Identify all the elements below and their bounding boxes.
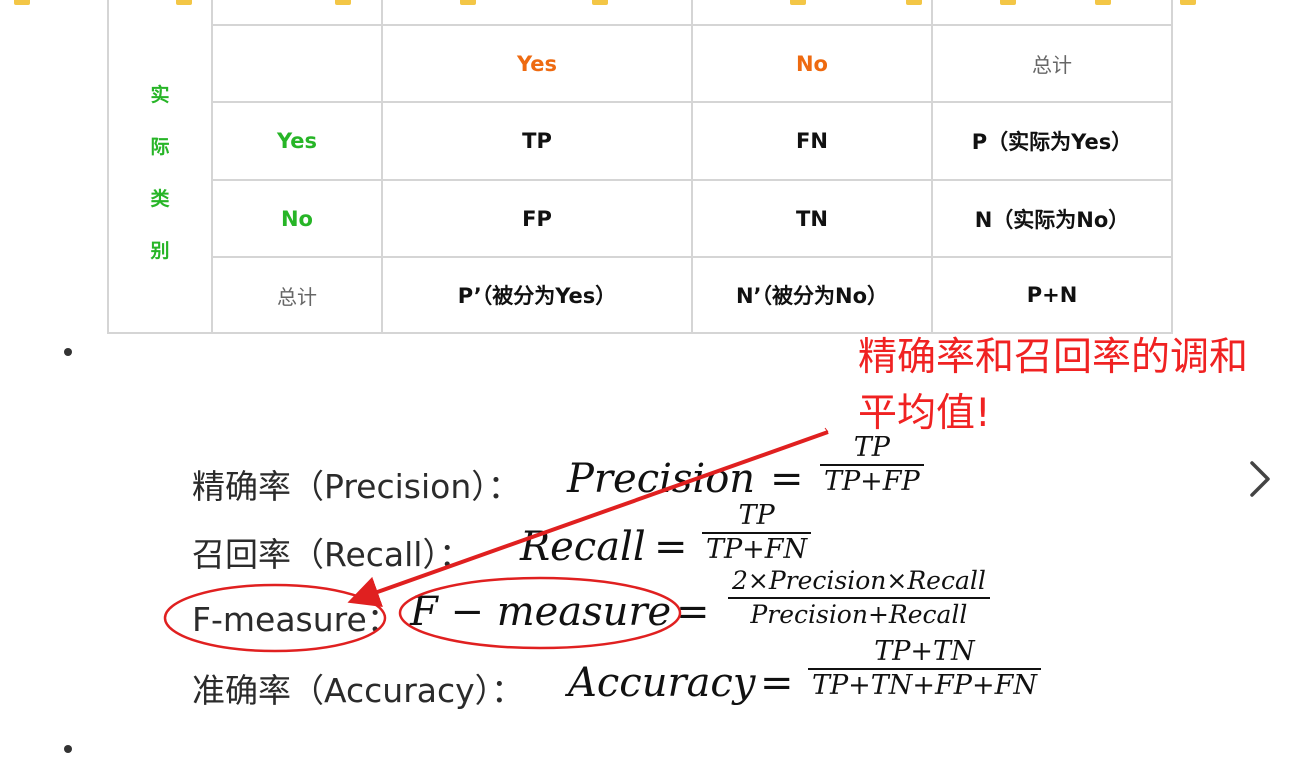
folder-icon[interactable] xyxy=(1180,0,1196,5)
fraction-numerator: TP xyxy=(738,500,775,531)
corner-cell xyxy=(211,24,383,103)
formula-equals: = xyxy=(760,660,794,706)
formula-equals: = xyxy=(676,589,710,635)
table-row: No FP TN N（实际为No） xyxy=(108,179,1173,258)
predicted-yes-header: Yes xyxy=(381,24,693,103)
table-top-strip: 实 际 类 别 xyxy=(107,0,1173,334)
list-bullet xyxy=(64,745,72,753)
formula-label: 召回率（Recall）： xyxy=(192,535,472,574)
formula-equals: = xyxy=(770,456,804,502)
actual-class-char: 实 xyxy=(150,84,170,106)
tp-cell: TP xyxy=(381,101,693,181)
p-total-cell: P（实际为Yes） xyxy=(931,101,1173,181)
formula-fraction: TP+TN TP+TN+FP+FN xyxy=(808,636,1041,702)
formula-lhs: Recall xyxy=(520,524,646,570)
formula-fraction: TP TP+FP xyxy=(820,432,924,498)
total-row-label: 总计 xyxy=(211,256,383,334)
fraction-numerator: TP+TN xyxy=(874,636,975,667)
tn-cell: TN xyxy=(691,179,933,258)
total-header: 总计 xyxy=(931,24,1173,103)
fn-cell: FN xyxy=(691,101,933,181)
formula-label: F-measure： xyxy=(192,600,400,639)
actual-yes-label: Yes xyxy=(211,101,383,181)
chevron-right-icon xyxy=(1250,461,1270,497)
confusion-matrix-table: 实 际 类 别 Yes No 总计 Yes TP FN P（实际为Yes） No… xyxy=(107,0,1173,334)
fraction-denominator: Precision+Recall xyxy=(728,597,990,631)
actual-no-label: No xyxy=(211,179,383,258)
annotation-line: 精确率和召回率的调和 xyxy=(858,335,1249,380)
p-plus-n-cell: P+N xyxy=(931,256,1173,334)
formula-lhs: Precision xyxy=(567,456,756,502)
p-prime-cell: P’（被分为Yes） xyxy=(381,256,693,334)
fraction-denominator: TP+FN xyxy=(702,532,812,566)
formula-fraction: TP TP+FN xyxy=(702,500,812,566)
annotation-note: 精确率和召回率的调和 平均值! xyxy=(858,330,1308,442)
formula-fraction: 2×Precision×Recall Precision+Recall xyxy=(728,565,990,631)
list-bullet xyxy=(64,348,72,356)
fraction-denominator: TP+FP xyxy=(820,464,924,498)
fraction-numerator: 2×Precision×Recall xyxy=(732,566,986,595)
fraction-denominator: TP+TN+FP+FN xyxy=(808,668,1041,702)
next-button[interactable] xyxy=(1240,455,1280,503)
actual-class-label: 实 际 类 别 xyxy=(107,0,213,334)
formula-label: 精确率（Precision）： xyxy=(192,467,521,506)
table-row: 总计 P’（被分为Yes） N’（被分为No） P+N xyxy=(108,256,1173,334)
formula-label: 准确率（Accuracy）： xyxy=(192,671,525,710)
actual-class-char: 别 xyxy=(150,240,170,262)
predicted-no-header: No xyxy=(691,24,933,103)
formula-equals: = xyxy=(654,524,688,570)
formula-lhs: Accuracy xyxy=(568,660,756,706)
actual-class-char: 类 xyxy=(150,188,170,210)
formula-lhs: F − measure xyxy=(410,589,672,635)
table-row: Yes TP FN P（实际为Yes） xyxy=(108,101,1173,181)
fraction-numerator: TP xyxy=(853,432,890,463)
n-prime-cell: N’（被分为No） xyxy=(691,256,933,334)
n-total-cell: N（实际为No） xyxy=(931,179,1173,258)
annotation-line: 平均值! xyxy=(858,391,991,436)
folder-icon[interactable] xyxy=(14,0,30,5)
table-header-row: Yes No 总计 xyxy=(108,24,1173,103)
fp-cell: FP xyxy=(381,179,693,258)
actual-class-char: 际 xyxy=(150,136,170,158)
